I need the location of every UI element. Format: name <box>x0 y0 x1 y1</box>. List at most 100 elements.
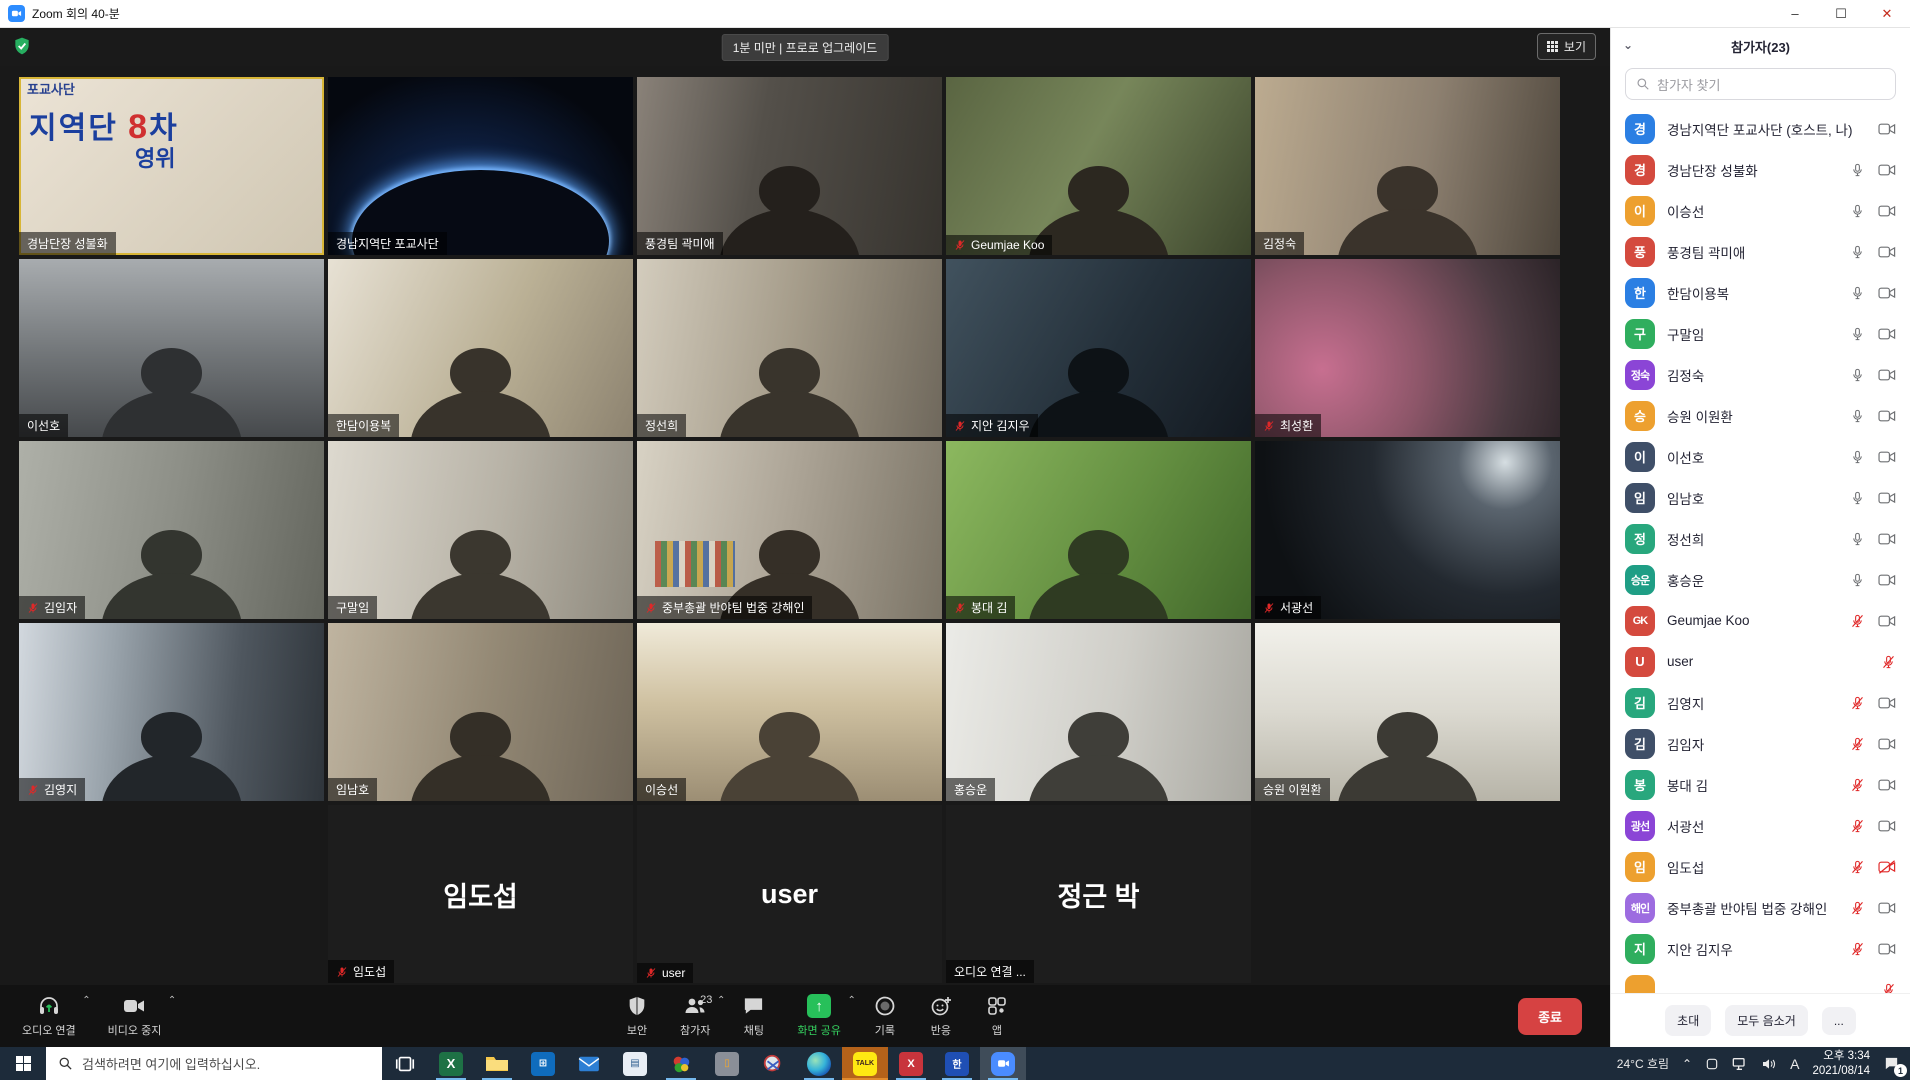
video-tile[interactable]: 이승선 <box>637 623 942 801</box>
participant-row[interactable]: 풍 풍경팀 곽미애 <box>1611 231 1910 272</box>
video-tile[interactable]: 서광선 <box>1255 441 1560 619</box>
chevron-up-icon[interactable]: ⌃ <box>82 995 90 1006</box>
taskbar-app-zoomapp[interactable] <box>980 1047 1026 1080</box>
video-tile[interactable]: 임남호 <box>328 623 633 801</box>
taskbar-app-kakao[interactable]: TALK <box>842 1047 888 1080</box>
record-button[interactable]: 기록 <box>857 985 913 1047</box>
participant-row[interactable]: 해인 중부총괄 반야팀 법중 강해인 <box>1611 887 1910 928</box>
tray-app-icon[interactable] <box>1705 1057 1719 1071</box>
invite-button[interactable]: 초대 <box>1665 1005 1711 1036</box>
taskbar-app-colorapp[interactable] <box>658 1047 704 1080</box>
taskbar-app-edge[interactable] <box>796 1047 842 1080</box>
camera-on-icon <box>1878 245 1896 259</box>
participant-row[interactable]: 이 이승선 <box>1611 190 1910 231</box>
chevron-up-icon[interactable]: ⌃ <box>717 995 725 1006</box>
weather-widget[interactable]: 24°C 흐림 <box>1617 1055 1669 1072</box>
participant-search-input[interactable]: 참가자 찾기 <box>1625 68 1896 100</box>
taskbar-clock[interactable]: 오후 3:34 2021/08/14 <box>1812 1049 1870 1078</box>
video-tile[interactable]: 최성환 <box>1255 259 1560 437</box>
participant-row[interactable]: 임 임남호 <box>1611 477 1910 518</box>
video-tile[interactable]: 이선호 <box>19 259 324 437</box>
participant-row[interactable]: 경 경남단장 성불화 <box>1611 149 1910 190</box>
close-button[interactable]: ✕ <box>1864 0 1910 27</box>
more-options-button[interactable]: ... <box>1822 1007 1856 1035</box>
participant-row[interactable] <box>1611 969 1910 993</box>
taskbar-app-cabinet[interactable]: ▯ <box>704 1047 750 1080</box>
chevron-up-icon[interactable]: ⌃ <box>168 995 176 1006</box>
video-tile[interactable]: 김정숙 <box>1255 77 1560 255</box>
view-button[interactable]: 보기 <box>1537 33 1596 60</box>
participant-row[interactable]: 정 정선희 <box>1611 518 1910 559</box>
participant-row[interactable]: 승운 홍승운 <box>1611 559 1910 600</box>
window-titlebar: Zoom 회의 40-분 – ☐ ✕ <box>0 0 1910 28</box>
video-tile[interactable]: 중부총괄 반야팀 법중 강해인 <box>637 441 942 619</box>
video-tile[interactable]: 김임자 <box>19 441 324 619</box>
taskbar-app-excel[interactable]: X <box>428 1047 474 1080</box>
network-icon[interactable] <box>1732 1057 1748 1071</box>
participant-row[interactable]: 구 구말임 <box>1611 313 1910 354</box>
chevron-up-icon[interactable]: ⌃ <box>848 995 856 1006</box>
video-tile[interactable]: 정근 박 오디오 연결 ... <box>946 805 1251 983</box>
apps-button[interactable]: 앱 <box>969 985 1025 1047</box>
participant-row[interactable]: 김 김영지 <box>1611 682 1910 723</box>
volume-icon[interactable] <box>1761 1057 1777 1071</box>
video-grid: 포교사단지역단 8차영위 경남단장 성불화 경남지역단 포교사단 풍경팀 곽미애… <box>19 77 1560 983</box>
video-tile[interactable]: 구말임 <box>328 441 633 619</box>
participant-row[interactable]: GK Geumjae Koo <box>1611 600 1910 641</box>
maximize-button[interactable]: ☐ <box>1818 0 1864 27</box>
participant-row[interactable]: 광선 서광선 <box>1611 805 1910 846</box>
security-button[interactable]: 보안 <box>610 985 664 1047</box>
video-tile[interactable]: user user <box>637 805 942 983</box>
video-tile[interactable]: 포교사단지역단 8차영위 경남단장 성불화 <box>19 77 324 255</box>
reactions-button[interactable]: 반응 <box>913 985 969 1047</box>
participant-row[interactable]: 봉 봉대 김 <box>1611 764 1910 805</box>
video-tile[interactable]: 봉대 김 <box>946 441 1251 619</box>
video-tile[interactable]: 김영지 <box>19 623 324 801</box>
notification-center-icon[interactable]: 1 <box>1883 1055 1900 1072</box>
ime-indicator[interactable]: A <box>1790 1056 1799 1072</box>
taskbar-app-taskview[interactable] <box>382 1047 428 1080</box>
video-tile[interactable]: 정선희 <box>637 259 942 437</box>
taskbar-app-cardapp[interactable]: ▤ <box>612 1047 658 1080</box>
meeting-info-shield-icon[interactable] <box>12 36 32 56</box>
upgrade-banner[interactable]: 1분 미만 | 프로로 업그레이드 <box>722 34 889 61</box>
video-tile[interactable]: 홍승운 <box>946 623 1251 801</box>
stop-video-button[interactable]: 비디오 중지 ⌃ <box>92 985 178 1047</box>
minimize-button[interactable]: – <box>1772 0 1818 27</box>
collapse-panel-chevron-icon[interactable]: ⌄ <box>1623 38 1633 52</box>
video-tile[interactable]: 풍경팀 곽미애 <box>637 77 942 255</box>
participant-row[interactable]: 이 이선호 <box>1611 436 1910 477</box>
video-tile[interactable]: 승원 이원환 <box>1255 623 1560 801</box>
participant-row[interactable]: 승 승원 이원환 <box>1611 395 1910 436</box>
video-tile[interactable]: 임도섭 임도섭 <box>328 805 633 983</box>
participant-avatar: 봉 <box>1625 770 1655 800</box>
taskbar-search-input[interactable]: 검색하려면 여기에 입력하십시오. <box>46 1047 382 1080</box>
mic-muted-icon <box>1850 736 1865 752</box>
participant-row[interactable]: 임 임도섭 <box>1611 846 1910 887</box>
video-tile[interactable]: 한담이용복 <box>328 259 633 437</box>
participant-row[interactable]: U user <box>1611 641 1910 682</box>
chat-button[interactable]: 채팅 <box>726 985 781 1047</box>
start-button[interactable] <box>0 1047 46 1080</box>
video-tile[interactable]: 지안 김지우 <box>946 259 1251 437</box>
participant-row[interactable]: 지 지안 김지우 <box>1611 928 1910 969</box>
end-meeting-button[interactable]: 종료 <box>1518 998 1582 1035</box>
mute-all-button[interactable]: 모두 음소거 <box>1725 1005 1808 1036</box>
taskbar-app-store[interactable]: ⊞ <box>520 1047 566 1080</box>
participant-row[interactable]: 경 경남지역단 포교사단 (호스트, 나) <box>1611 108 1910 149</box>
share-screen-button[interactable]: ↑ 화면 공유 ⌃ <box>781 985 857 1047</box>
taskbar-app-mail[interactable] <box>566 1047 612 1080</box>
participants-button[interactable]: 참가자 23 ⌃ <box>664 985 726 1047</box>
participant-name: 구말임 <box>1667 324 1704 344</box>
video-tile[interactable]: Geumjae Koo <box>946 77 1251 255</box>
taskbar-app-xplus[interactable]: X <box>888 1047 934 1080</box>
taskbar-app-clipapp[interactable] <box>750 1047 796 1080</box>
taskbar-app-hancom[interactable]: 한 <box>934 1047 980 1080</box>
participant-row[interactable]: 정숙 김정숙 <box>1611 354 1910 395</box>
video-tile[interactable]: 경남지역단 포교사단 <box>328 77 633 255</box>
participant-row[interactable]: 한 한담이용복 <box>1611 272 1910 313</box>
taskbar-app-explorer[interactable] <box>474 1047 520 1080</box>
participant-row[interactable]: 김 김임자 <box>1611 723 1910 764</box>
show-hidden-icons-chevron[interactable]: ⌃ <box>1682 1057 1692 1071</box>
join-audio-button[interactable]: 오디오 연결 ⌃ <box>6 985 92 1047</box>
